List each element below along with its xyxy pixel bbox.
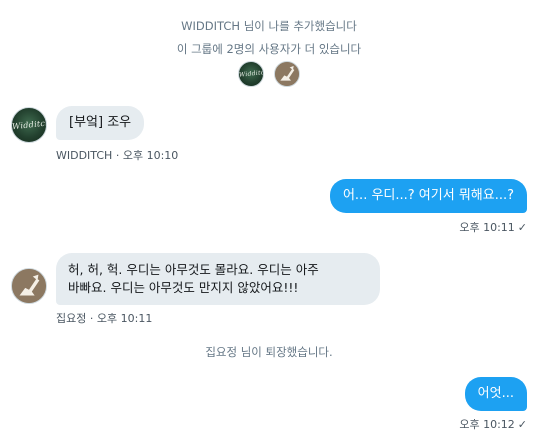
message-meta: 오후 10:12 ✓: [459, 416, 527, 432]
read-check-icon: ✓: [517, 221, 527, 234]
timestamp: 오후 10:11: [459, 221, 515, 234]
timestamp: 오후 10:12: [459, 418, 515, 431]
message-bubble-outgoing[interactable]: 어엇...: [464, 377, 527, 411]
elf-icon: [12, 269, 46, 303]
message-meta: WIDDITCH · 오후 10:10: [56, 147, 178, 163]
message-bubble-incoming[interactable]: [부엌] 조우: [56, 106, 145, 140]
system-message-others: 이 그룹에 2명의 사용자가 더 있습니다: [176, 42, 362, 56]
system-message-added: WIDDITCH 님이 나를 추가했습니다: [181, 19, 357, 33]
separator: ·: [89, 312, 97, 325]
avatar-house-elf[interactable]: [274, 61, 300, 87]
message-line: 허, 허, 헉. 우디는 아무것도 몰라요. 우디는 아주: [68, 262, 319, 277]
avatar-logo-text: Widditch: [238, 68, 264, 79]
avatar-logo-text: Widditch: [11, 118, 47, 132]
message-line: 바빠요. 우디는 아무것도 만지지 않았어요!!!: [68, 280, 299, 295]
message-meta: 집요정 · 오후 10:11: [56, 310, 152, 326]
avatar-widditch[interactable]: Widditch: [11, 107, 47, 143]
avatar-widditch[interactable]: Widditch: [238, 61, 264, 87]
read-check-icon: ✓: [517, 418, 527, 431]
group-members-avatars: Widditch: [238, 61, 300, 87]
timestamp: 오후 10:10: [122, 149, 179, 162]
separator: ·: [115, 149, 123, 162]
message-meta: 오후 10:11 ✓: [459, 219, 527, 235]
sender-name[interactable]: 집요정: [56, 312, 86, 325]
timestamp: 오후 10:11: [96, 312, 153, 325]
avatar-house-elf[interactable]: [11, 268, 47, 304]
sender-name[interactable]: WIDDITCH: [56, 149, 112, 162]
message-bubble-outgoing[interactable]: 어... 우디...? 여기서 뭐해요...?: [329, 179, 527, 213]
elf-icon: [275, 62, 299, 86]
message-bubble-incoming[interactable]: 허, 허, 헉. 우디는 아무것도 몰라요. 우디는 아주 바빠요. 우디는 아…: [56, 253, 380, 305]
system-message-left: 집요정 님이 퇴장했습니다.: [205, 345, 333, 359]
